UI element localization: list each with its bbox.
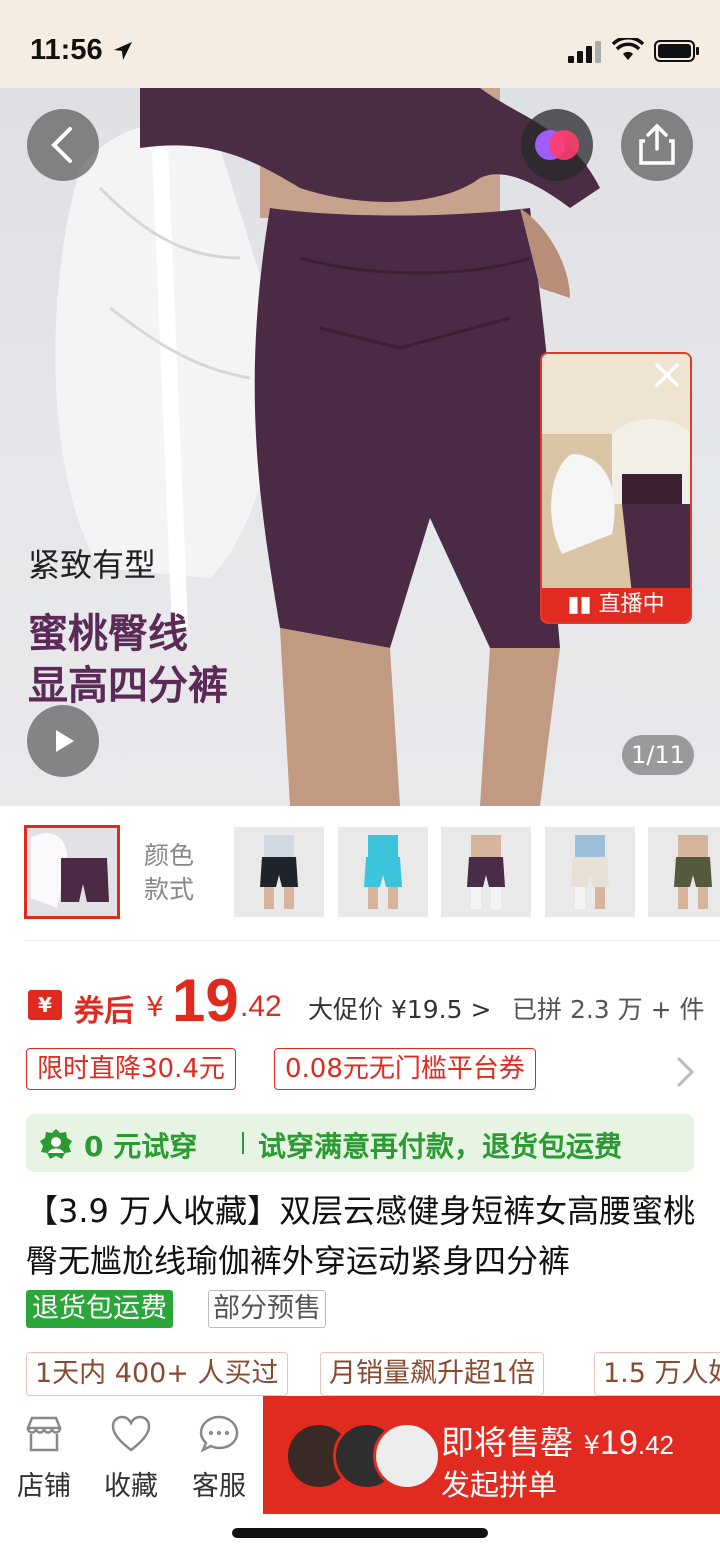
- color-label-line1: 颜色: [144, 841, 195, 870]
- back-button[interactable]: [27, 109, 99, 181]
- thumbnail-image: [441, 827, 531, 917]
- promo-price-link[interactable]: 大促价 ¥19.5 >: [308, 990, 491, 1026]
- home-indicator[interactable]: [232, 1528, 488, 1538]
- thumbnail-color-purple[interactable]: [441, 827, 531, 917]
- brand-logo-icon: [535, 130, 579, 160]
- color-style-selector: 颜色 款式: [0, 825, 720, 921]
- customer-service-button[interactable]: 客服: [179, 1414, 259, 1503]
- hero-headline-line2: 显高四分裤: [28, 663, 228, 709]
- thumbnail-image: [338, 827, 428, 917]
- trial-description: 试穿满意再付款，退货包运费: [258, 1130, 623, 1163]
- section-divider: [24, 940, 720, 941]
- buy-price-integer: 19: [600, 1424, 638, 1462]
- wifi-icon: [612, 38, 644, 60]
- coupon-chips: 限时直降30.4元 0.08元无门槛平台券: [26, 1046, 716, 1096]
- trial-title: 0 元试穿: [84, 1130, 198, 1163]
- hero-headline: 蜜桃臀线 显高四分裤: [28, 608, 228, 712]
- sales-tag: 1.5 万人好: [594, 1352, 720, 1396]
- price-decimal: .42: [240, 990, 282, 1023]
- thumbnail-image: [234, 827, 324, 917]
- buy-currency: ¥: [583, 1431, 601, 1461]
- thumbnail-selected[interactable]: [24, 825, 120, 919]
- hero-tagline: 紧致有型: [28, 546, 157, 584]
- buy-title-line: 即将售罄 ¥19.42: [441, 1416, 674, 1464]
- live-badge: ▮▮ 直播中: [542, 588, 690, 622]
- product-title: 【3.9 万人收藏】双层云感健身短裤女高腰蜜桃臀无尴尬线瑜伽裤外穿运动紧身四分裤: [26, 1192, 696, 1280]
- hero-headline-line1: 蜜桃臀线: [28, 611, 188, 657]
- store-label: 店铺: [17, 1471, 71, 1502]
- price-currency: ¥: [146, 990, 164, 1023]
- cellular-signal-icon: [568, 41, 601, 63]
- battery-icon: [654, 40, 699, 62]
- free-return-tag: 退货包运费: [26, 1290, 173, 1328]
- thumbnail-image: [27, 828, 117, 916]
- store-button[interactable]: 店铺: [4, 1414, 84, 1503]
- trial-badge-icon: [40, 1129, 72, 1159]
- price-integer: 19: [172, 967, 239, 1034]
- presale-tag: 部分预售: [208, 1290, 326, 1328]
- chevron-left-icon: [51, 127, 72, 163]
- favorite-label: 收藏: [104, 1471, 158, 1502]
- thumbnail-image: [648, 827, 720, 917]
- color-label-line2: 款式: [144, 875, 195, 904]
- thumbnail-color-black[interactable]: [234, 827, 324, 917]
- favorite-button[interactable]: 收藏: [91, 1414, 171, 1503]
- sales-tags: 1天内 400+ 人买过 月销量飙升超1倍 1.5 万人好: [26, 1352, 720, 1396]
- trial-separator: [242, 1132, 244, 1154]
- coupon-chip-platform[interactable]: 0.08元无门槛平台券: [274, 1048, 536, 1090]
- sold-count: 已拼 2.3 万 + 件: [512, 995, 705, 1024]
- thumbnail-image: [545, 827, 635, 917]
- buyer-avatar: [373, 1422, 441, 1490]
- status-bar: 11:56: [0, 0, 720, 88]
- store-icon: [26, 1416, 62, 1452]
- thumbnail-color-cyan[interactable]: [338, 827, 428, 917]
- share-icon: [639, 123, 675, 165]
- buy-title: 即将售罄: [441, 1423, 573, 1462]
- status-time: 11:56: [30, 34, 103, 66]
- share-button[interactable]: [621, 109, 693, 181]
- chat-bubble-icon: [199, 1415, 239, 1453]
- coupon-chip-discount[interactable]: 限时直降30.4元: [26, 1048, 236, 1090]
- chevron-right-icon[interactable]: [674, 1054, 696, 1090]
- color-style-label: 颜色 款式: [144, 839, 194, 907]
- live-bars-icon: ▮▮: [567, 592, 599, 617]
- play-video-button[interactable]: [27, 705, 99, 777]
- service-label: 客服: [192, 1471, 246, 1502]
- live-stream-thumbnail: [542, 354, 690, 622]
- live-badge-label: 直播中: [598, 592, 665, 617]
- close-live-preview-icon[interactable]: [652, 360, 682, 390]
- live-stream-preview[interactable]: ▮▮ 直播中: [540, 352, 692, 624]
- image-counter: 1/11: [622, 735, 694, 775]
- brand-logo-button[interactable]: [521, 109, 593, 181]
- play-icon: [56, 730, 74, 752]
- product-hero-image[interactable]: 紧致有型 蜜桃臀线 显高四分裤 1/11 ▮▮ 直播中: [0, 88, 720, 806]
- heart-icon: [111, 1415, 151, 1452]
- sales-tag: 月销量飙升超1倍: [320, 1352, 545, 1396]
- buy-price-decimal: .42: [637, 1430, 675, 1460]
- buy-action-label: 发起拼单: [441, 1468, 558, 1502]
- sales-tag: 1天内 400+ 人买过: [26, 1352, 288, 1396]
- location-arrow-icon: [114, 42, 132, 60]
- group-buy-button[interactable]: 即将售罄 ¥19.42 发起拼单: [263, 1396, 720, 1514]
- thumbnail-color-olive[interactable]: [648, 827, 720, 917]
- free-trial-banner[interactable]: 0 元试穿 试穿满意再付款，退货包运费: [26, 1114, 694, 1172]
- price-row: ¥ 券后 ¥ 19 .42 大促价 ¥19.5 > 已拼 2.3 万 + 件: [26, 960, 716, 1040]
- coupon-yen-icon: ¥: [28, 990, 62, 1020]
- thumbnail-color-beige[interactable]: [545, 827, 635, 917]
- after-coupon-label: 券后: [74, 994, 134, 1029]
